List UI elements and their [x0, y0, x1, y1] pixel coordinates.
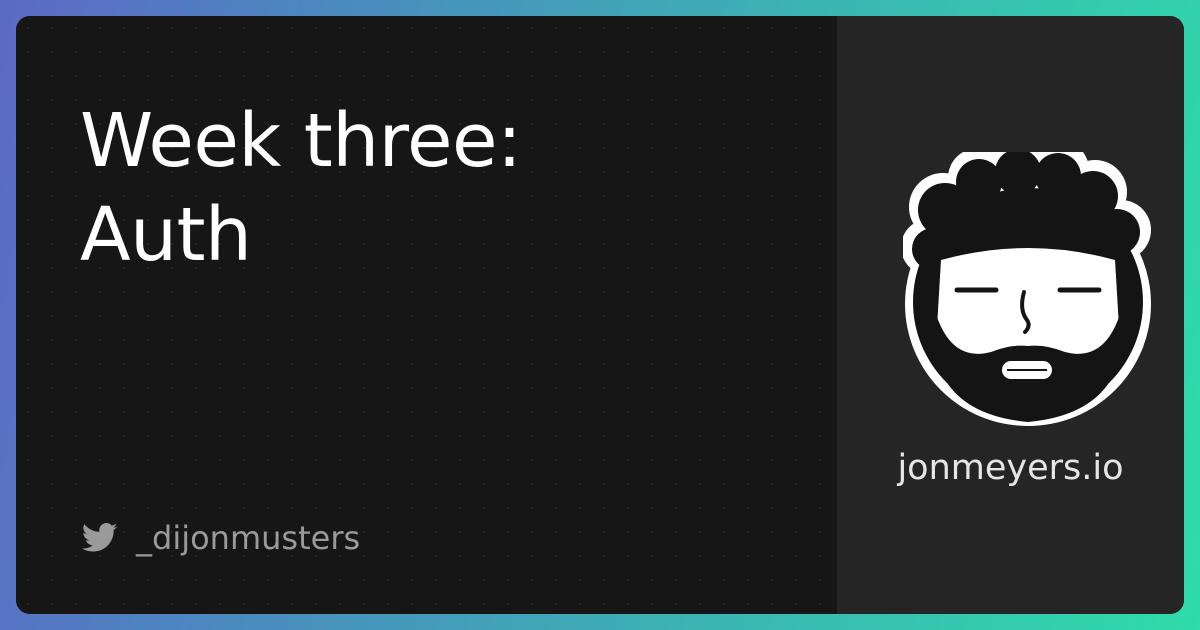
post-title: Week three: Auth: [80, 94, 800, 282]
post-title-line-2: Auth: [80, 192, 252, 278]
bearded-face-icon: [903, 152, 1151, 426]
site-name: jonmeyers.io: [897, 448, 1124, 488]
post-title-line-1: Week three:: [80, 98, 522, 184]
avatar: [903, 152, 1153, 426]
twitter-handle-row: _dijonmusters: [82, 516, 360, 560]
twitter-icon: [82, 523, 118, 553]
social-card: Week three: Auth _dijonmusters jonmeyers…: [16, 16, 1184, 614]
twitter-handle: _dijonmusters: [136, 519, 361, 557]
brand-panel: jonmeyers.io: [837, 16, 1184, 614]
content-panel: Week three: Auth _dijonmusters: [16, 16, 837, 614]
